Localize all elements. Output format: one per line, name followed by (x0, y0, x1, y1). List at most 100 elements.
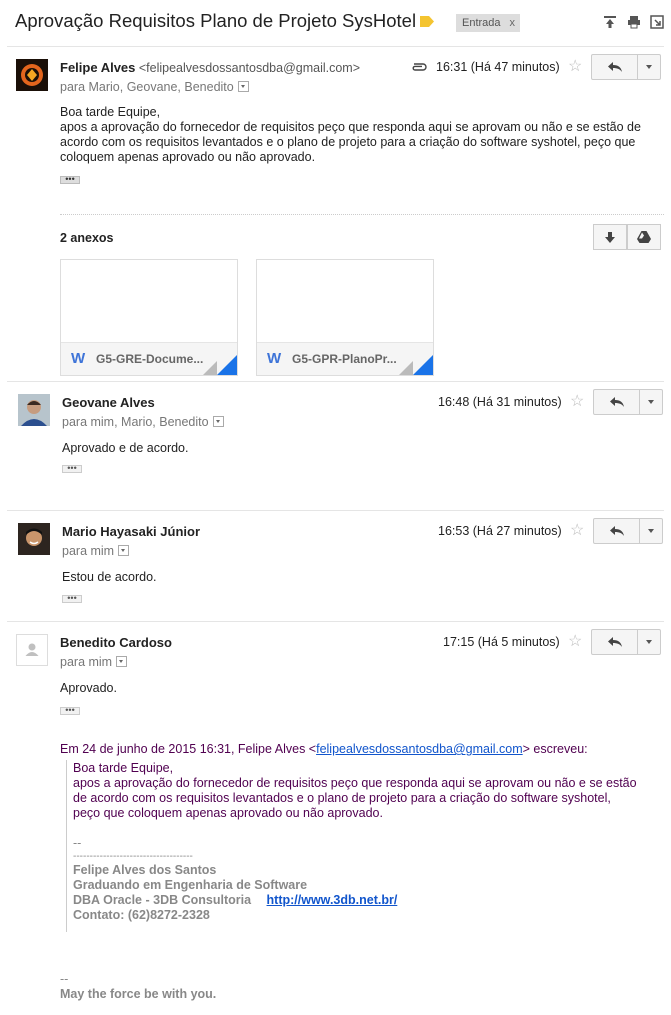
quote-line: de acordo com os requisitos levantados e… (73, 791, 611, 805)
quote-body: Boa tarde Equipe, apos a aprovação do fo… (73, 761, 663, 821)
star-icon[interactable]: ☆ (568, 634, 582, 650)
chevron-down-icon (648, 400, 654, 404)
drive-icon (637, 231, 651, 243)
body-line: Boa tarde Equipe, (60, 105, 161, 119)
expand-icon[interactable] (650, 15, 664, 29)
reply-button[interactable] (592, 630, 638, 654)
attachment-card[interactable]: W G5-GRE-Docume... (60, 259, 238, 376)
star-icon[interactable]: ☆ (570, 394, 584, 410)
reply-icon (607, 62, 622, 72)
reply-button[interactable] (594, 519, 640, 543)
attachments-divider (60, 214, 664, 215)
quote-header: Em 24 de junho de 2015 16:31, Felipe Alv… (60, 742, 588, 756)
inbox-label-chip: Entrada x (456, 14, 520, 32)
quote-signature-name: Felipe Alves dos Santos (73, 863, 217, 877)
download-all-button[interactable] (593, 224, 627, 250)
recipients-text: para mim (62, 544, 115, 558)
word-doc-icon: W (71, 350, 86, 367)
quoted-email-link[interactable]: felipealvesdossantosdba@gmail.com (316, 742, 523, 756)
print-icon[interactable] (627, 15, 641, 29)
avatar[interactable] (16, 59, 48, 91)
quote-line: apos a aprovação do fornecedor de requis… (73, 776, 637, 790)
save-to-drive-button[interactable] (627, 224, 661, 250)
message-time: 16:48 (Há 31 minutos) (438, 395, 562, 409)
reply-icon (607, 637, 622, 647)
email-subject: Aprovação Requisitos Plano de Projeto Sy… (15, 10, 417, 31)
quote-signature-contact: Contato: (62)8272-2328 (73, 908, 210, 922)
chevron-down-icon (648, 529, 654, 533)
download-icon (605, 231, 615, 243)
quoted-message: Boa tarde Equipe, apos a aprovação do fo… (66, 760, 663, 932)
reply-button-group (593, 389, 663, 415)
recipients-text: para Mario, Geovane, Benedito (60, 80, 234, 94)
show-trimmed-content-button[interactable]: ••• (62, 595, 82, 603)
attachment-corner (217, 355, 237, 375)
reply-button[interactable] (594, 390, 640, 414)
fold-corner (399, 361, 413, 375)
avatar-image (18, 394, 50, 426)
reply-button[interactable] (592, 55, 638, 79)
show-trimmed-content-button[interactable]: ••• (60, 176, 80, 184)
attachment-name: G5-GRE-Docume... (96, 352, 204, 366)
show-trimmed-content-button[interactable]: ••• (60, 707, 80, 715)
message-body: Estou de acordo. (62, 570, 157, 584)
recipients[interactable]: para mim (60, 655, 128, 669)
attachment-name: G5-GPR-PlanoPr... (292, 352, 397, 366)
quote-line: peço que coloquem apenas aprovado ou não… (73, 806, 383, 820)
recipients[interactable]: para mim, Mario, Benedito (62, 415, 224, 429)
quote-line: Boa tarde Equipe, (73, 761, 174, 775)
avatar[interactable] (18, 394, 50, 426)
signature-dash: -- (60, 972, 69, 986)
open-new-window-icon[interactable] (603, 15, 617, 29)
show-details-dropdown[interactable] (118, 545, 130, 557)
sender-name[interactable]: Mario Hayasaki Júnior (62, 524, 200, 539)
attachment-icon (412, 63, 427, 71)
sender-email: <felipealvesdossantosdba@gmail.com> (138, 61, 361, 75)
message-time: 17:15 (Há 5 minutos) (443, 635, 560, 649)
avatar[interactable] (16, 634, 48, 666)
message-header[interactable]: Felipe Alves <felipealvesdossantosdba@gm… (60, 60, 360, 75)
divider (7, 46, 664, 47)
remove-label-button[interactable]: x (510, 17, 516, 29)
show-details-dropdown[interactable] (237, 81, 249, 93)
label-tag-icon[interactable] (420, 16, 434, 27)
sender-name[interactable]: Benedito Cardoso (60, 635, 172, 650)
chevron-down-icon (646, 640, 652, 644)
quote-header-prefix: Em 24 de junho de 2015 16:31, Felipe Alv… (60, 742, 317, 756)
chevron-down-icon (646, 65, 652, 69)
quote-signature-dash: -- (73, 836, 82, 850)
message-time: 16:31 (Há 47 minutos) (436, 60, 560, 74)
more-actions-button[interactable] (640, 519, 662, 543)
reply-button-group (591, 629, 661, 655)
sender-name[interactable]: Geovane Alves (62, 395, 155, 410)
divider (7, 381, 664, 382)
star-icon[interactable]: ☆ (568, 59, 582, 75)
reply-icon (609, 526, 624, 536)
avatar[interactable] (18, 523, 50, 555)
attachment-footer: W G5-GPR-PlanoPr... (257, 342, 433, 375)
quote-signature-company-line: DBA Oracle - 3DB Consultoria http://www.… (73, 893, 663, 908)
divider (7, 621, 664, 622)
more-actions-button[interactable] (638, 630, 660, 654)
show-trimmed-content-button[interactable]: ••• (62, 465, 82, 473)
attachment-card[interactable]: W G5-GPR-PlanoPr... (256, 259, 434, 376)
more-actions-button[interactable] (638, 55, 660, 79)
sender-name: Felipe Alves (60, 60, 136, 75)
show-details-dropdown[interactable] (116, 656, 128, 668)
message-body: Boa tarde Equipe, apos a aprovação do fo… (60, 105, 650, 165)
recipients[interactable]: para mim (62, 544, 130, 558)
more-actions-button[interactable] (640, 390, 662, 414)
inbox-label-text: Entrada (462, 17, 501, 29)
quote-signature-role: Graduando em Engenharia de Software (73, 878, 308, 892)
star-icon[interactable]: ☆ (570, 523, 584, 539)
attachment-corner (413, 355, 433, 375)
reply-button-group (593, 518, 663, 544)
signature-text: May the force be with you. (60, 987, 217, 1001)
show-details-dropdown[interactable] (212, 416, 224, 428)
message-time: 16:53 (Há 27 minutos) (438, 524, 562, 538)
recipients-text: para mim, Mario, Benedito (62, 415, 209, 429)
fold-corner (203, 361, 217, 375)
website-link[interactable]: http://www.3db.net.br/ (267, 893, 398, 907)
message-body: Aprovado. (60, 681, 117, 695)
recipients[interactable]: para Mario, Geovane, Benedito (60, 80, 249, 94)
